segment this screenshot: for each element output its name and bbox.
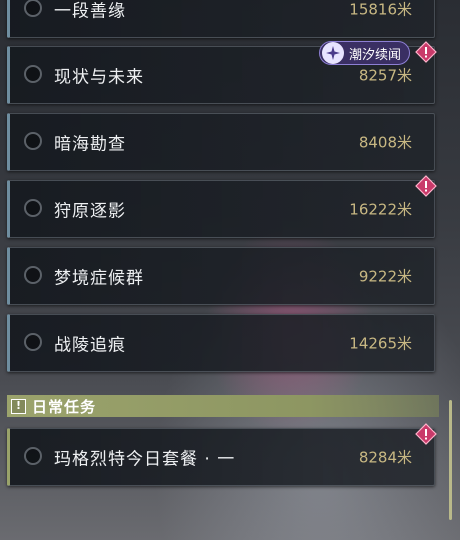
quest-checkbox[interactable] [24, 65, 42, 83]
quest-item[interactable]: 狩原逐影 16222米 [7, 175, 437, 238]
section-title: 日常任务 [32, 397, 97, 416]
event-tag-label: 潮汐续闻 [348, 47, 401, 63]
quest-distance: 14265米 [349, 334, 412, 353]
quest-name: 战陵追痕 [54, 335, 126, 356]
quest-item[interactable]: 暗海勘查 8408米 [7, 113, 435, 171]
quest-distance: 8408米 [358, 133, 412, 152]
quest-name: 狩原逐影 [54, 201, 126, 222]
tide-sparkle-icon [321, 42, 344, 64]
alert-icon [415, 423, 437, 445]
quest-name: 玛格烈特今日套餐 · 一 [54, 449, 236, 470]
quest-checkbox[interactable] [24, 333, 42, 351]
quest-checkbox[interactable] [24, 447, 42, 465]
quest-item[interactable]: 战陵追痕 14265米 [7, 314, 435, 372]
exclamation-box-icon: ! [11, 398, 26, 414]
quest-item[interactable]: 一段善缘 15816米 [7, 0, 435, 38]
scrollbar[interactable] [449, 400, 452, 520]
daily-quest-item[interactable]: 玛格烈特今日套餐 · 一 8284米 [7, 423, 437, 486]
quest-checkbox[interactable] [24, 199, 42, 217]
alert-icon [415, 175, 437, 197]
daily-section-header: ! 日常任务 [7, 395, 439, 417]
quest-distance: 15816米 [349, 0, 412, 19]
quest-name: 梦境症候群 [54, 268, 144, 289]
quest-distance: 8284米 [358, 448, 412, 467]
quest-distance: 16222米 [349, 200, 412, 219]
event-tag: 潮汐续闻 [318, 41, 410, 65]
quest-distance: 9222米 [358, 267, 412, 286]
quest-checkbox[interactable] [24, 266, 42, 284]
quest-name: 暗海勘查 [54, 134, 126, 155]
quest-distance: 8257米 [358, 66, 412, 85]
quest-checkbox[interactable] [24, 0, 42, 17]
alert-icon [415, 41, 437, 63]
quest-item[interactable]: 梦境症候群 9222米 [7, 247, 435, 305]
quest-item[interactable]: 现状与未来 8257米 潮汐续闻 [7, 41, 437, 104]
quest-name: 一段善缘 [54, 1, 126, 22]
quest-checkbox[interactable] [24, 132, 42, 150]
quest-name: 现状与未来 [54, 67, 144, 88]
